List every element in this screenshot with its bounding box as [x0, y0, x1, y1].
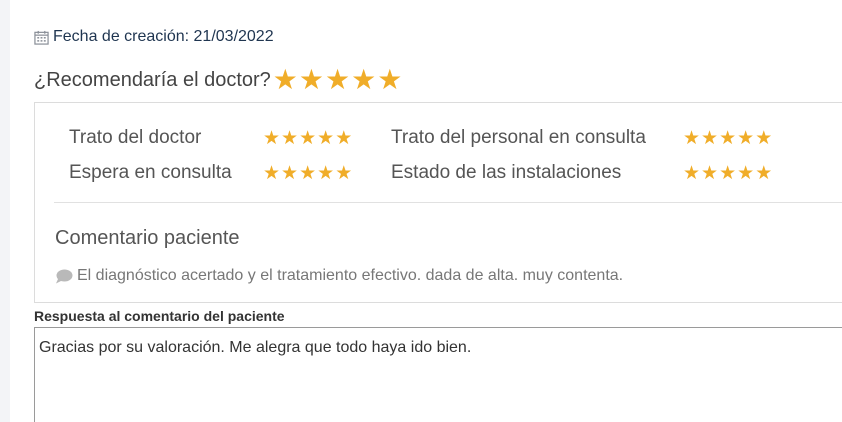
star-icon: ★ — [335, 127, 353, 149]
star-icon: ★ — [272, 64, 298, 95]
star-icon: ★ — [377, 64, 403, 95]
star-icon: ★ — [263, 127, 281, 149]
reply-label: Respuesta al comentario del paciente — [34, 308, 285, 324]
star-icon: ★ — [317, 127, 335, 149]
rating-label-doctor: Trato del doctor — [69, 127, 202, 148]
star-icon: ★ — [299, 162, 317, 184]
star-icon: ★ — [317, 162, 335, 184]
star-icon: ★ — [351, 64, 377, 95]
reply-textarea[interactable]: Gracias por su valoración. Me alegra que… — [34, 327, 842, 422]
star-icon: ★ — [299, 127, 317, 149]
rating-stars-wait: ★ ★ ★ ★ ★ — [263, 160, 391, 186]
star-icon: ★ — [755, 162, 773, 184]
rating-stars-staff: ★ ★ ★ ★ ★ — [683, 125, 803, 151]
recommend-label: ¿Recomendaría el doctor? — [34, 68, 271, 91]
creation-date-label: Fecha de creación: 21/03/2022 — [53, 28, 274, 45]
rating-label-facilities: Estado de las instalaciones — [391, 162, 622, 183]
rating-stars-doctor: ★ ★ ★ ★ ★ — [263, 125, 391, 151]
star-icon: ★ — [281, 127, 299, 149]
ratings-panel: Trato del doctor ★ ★ ★ ★ ★ Trato del persona… — [34, 102, 842, 303]
star-icon: ★ — [719, 127, 737, 149]
star-icon: ★ — [701, 127, 719, 149]
rating-stars-facilities: ★ ★ ★ ★ ★ — [683, 160, 803, 186]
comment-bubble-icon — [56, 269, 73, 283]
star-icon: ★ — [281, 162, 299, 184]
divider — [54, 202, 842, 203]
calendar-icon — [34, 30, 49, 45]
rating-label-wait: Espera en consulta — [69, 162, 232, 183]
star-icon: ★ — [683, 162, 701, 184]
patient-comment: El diagnóstico acertado y el tratamiento… — [55, 267, 623, 285]
star-icon: ★ — [719, 162, 737, 184]
comment-title: Comentario paciente — [55, 227, 240, 249]
star-icon: ★ — [335, 162, 353, 184]
star-icon: ★ — [683, 127, 701, 149]
star-icon: ★ — [325, 64, 351, 95]
star-icon: ★ — [737, 127, 755, 149]
ratings-grid: Trato del doctor ★ ★ ★ ★ ★ Trato del persona… — [69, 125, 803, 186]
left-panel-strip — [0, 0, 10, 422]
star-icon: ★ — [298, 64, 325, 95]
recommend-doctor: ¿Recomendaría el doctor? ★ ★ ★ ★ ★ — [34, 66, 403, 94]
star-icon: ★ — [755, 127, 773, 149]
rating-label-staff: Trato del personal en consulta — [391, 127, 646, 148]
patient-comment-text: El diagnóstico acertado y el tratamiento… — [77, 267, 624, 284]
star-icon: ★ — [263, 162, 281, 184]
star-icon: ★ — [701, 162, 719, 184]
recommend-stars: ★ ★ ★ ★ ★ — [273, 66, 404, 94]
star-icon: ★ — [737, 162, 755, 184]
creation-date: Fecha de creación: 21/03/2022 — [34, 28, 274, 46]
